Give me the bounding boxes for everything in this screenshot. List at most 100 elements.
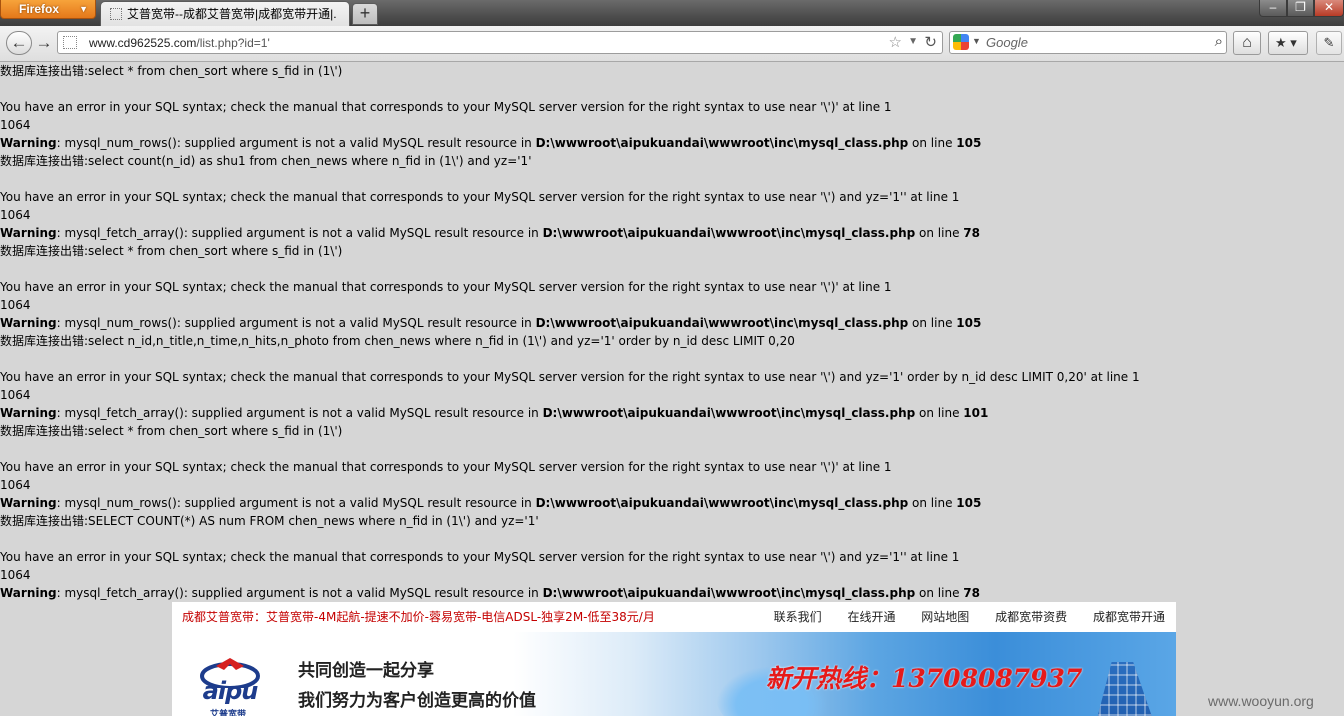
home-button[interactable]: ⌂ [1233,31,1261,55]
error-block: 数据库连接出错:select count(n_id) as shu1 from … [0,152,1340,242]
home-icon: ⌂ [1242,34,1252,51]
nav-link-contact[interactable]: 联系我们 [774,610,822,624]
warning-on-line: on line [915,226,964,240]
slogan-secondary: 我们努力为客户创造更高的价值 [298,691,536,711]
warning-file-path: D:\wwwroot\aipukuandai\wwwroot\inc\mysql… [535,496,909,510]
sql-syntax-error: You have an error in your SQL syntax; ch… [0,370,1140,384]
engine-dropdown-icon[interactable]: ▼ [972,36,981,46]
warning-on-line: on line [915,586,964,600]
warning-message: : mysql_num_rows(): supplied argument is… [56,496,536,510]
warning-file-path: D:\wwwroot\aipukuandai\wwwroot\inc\mysql… [535,316,909,330]
warning-line-number: 105 [956,316,982,330]
warning-file-path: D:\wwwroot\aipukuandai\wwwroot\inc\mysql… [535,136,909,150]
search-bar[interactable]: ▼ Google ⌕ [949,31,1227,54]
new-tab-button[interactable]: + [352,3,378,25]
db-error-query: select count(n_id) as shu1 from chen_new… [88,154,532,168]
php-warning: Warning: mysql_fetch_array(): supplied a… [0,224,1340,242]
sql-syntax-error: You have an error in your SQL syntax; ch… [0,280,892,294]
url-host: www.cd962525.com [89,36,197,50]
db-error-line: 数据库连接出错:select n_id,n_title,n_time,n_hit… [0,332,1340,350]
warning-file-path: D:\wwwroot\aipukuandai\wwwroot\inc\mysql… [542,586,916,600]
tab-title: 艾普宽带--成都艾普宽带|成都宽带开通|... [127,7,337,21]
warning-line-number: 101 [963,406,989,420]
nav-link-sitemap[interactable]: 网站地图 [921,610,969,624]
error-code: 1064 [0,568,31,582]
db-error-line: 数据库连接出错:select count(n_id) as shu1 from … [0,152,1340,170]
history-dropdown-icon[interactable]: ▼ [908,36,918,47]
watermark: www.wooyun.org [1208,693,1314,709]
warning-on-line: on line [908,496,957,510]
php-warning: Warning: mysql_num_rows(): supplied argu… [0,314,1340,332]
sql-syntax-error: You have an error in your SQL syntax; ch… [0,550,960,564]
warning-label: Warning [0,496,57,510]
url-text[interactable]: www.cd962525.com/list.php?id=1' [89,35,270,51]
db-error-prefix: 数据库连接出错: [0,64,89,78]
firefox-menu-button[interactable]: Firefox ▼ [0,0,96,19]
hotline-text: 新开热线：13708087937 [766,664,1083,693]
warning-message: : mysql_fetch_array(): supplied argument… [56,586,543,600]
restore-icon: ❐ [1295,0,1306,14]
error-block: 数据库连接出错:select * from chen_sort where s_… [0,242,1340,332]
close-icon: ✕ [1323,0,1335,14]
forward-button[interactable]: → [33,32,55,54]
warning-label: Warning [0,316,57,330]
google-engine-icon[interactable] [953,34,969,50]
search-icon[interactable]: ⌕ [1215,33,1223,50]
close-button[interactable]: ✕ [1314,0,1344,17]
warning-label: Warning [0,136,57,150]
promo-bar: 成都艾普宽带：艾普宽带-4M起航-提速不加价-蓉易宽带-电信ADSL-独享2M-… [172,602,1176,632]
error-block: 数据库连接出错:SELECT COUNT(*) AS num FROM chen… [0,512,1340,602]
url-path: /list.php?id=1' [196,36,270,50]
warning-file-path: D:\wwwroot\aipukuandai\wwwroot\inc\mysql… [542,226,916,240]
error-code: 1064 [0,388,31,402]
warning-on-line: on line [915,406,964,420]
bookmarks-button[interactable]: ★ ▾ [1268,31,1308,55]
db-error-query: select * from chen_sort where s_fid in (… [88,424,343,438]
nav-link-online-signup[interactable]: 在线开通 [847,610,895,624]
page-favicon-icon [110,8,122,20]
warning-message: : mysql_num_rows(): supplied argument is… [56,136,536,150]
bookmark-star-icon[interactable]: ☆ [889,33,902,51]
banner: aipu 艾普宽带 共同创造一起分享 我们努力为客户创造更高的价值 新开热线：1… [172,632,1176,716]
aipu-logo[interactable]: aipu 艾普宽带 [186,658,274,716]
warning-label: Warning [0,226,57,240]
address-bar[interactable]: www.cd962525.com/list.php?id=1' ☆ ▼ ↻ [57,31,943,54]
error-code: 1064 [0,298,31,312]
warning-on-line: on line [908,136,957,150]
minimize-button[interactable]: – [1259,0,1287,17]
error-code: 1064 [0,118,31,132]
php-warning: Warning: mysql_fetch_array(): supplied a… [0,584,1340,602]
nav-link-pricing[interactable]: 成都宽带资费 [995,610,1067,624]
site-identity-icon[interactable] [63,36,77,49]
db-error-line: 数据库连接出错:select * from chen_sort where s_… [0,62,1340,80]
warning-line-number: 105 [956,496,982,510]
php-warning: Warning: mysql_num_rows(): supplied argu… [0,134,1340,152]
reload-icon[interactable]: ↻ [924,33,937,51]
db-error-query: SELECT COUNT(*) AS num FROM chen_news wh… [88,514,539,528]
navigation-toolbar: ← → www.cd962525.com/list.php?id=1' ☆ ▼ … [0,26,1344,62]
php-warning: Warning: mysql_num_rows(): supplied argu… [0,494,1340,512]
warning-line-number: 78 [963,586,980,600]
nav-link-signup[interactable]: 成都宽带开通 [1093,610,1165,624]
forward-arrow-icon: → [35,33,53,52]
addon-icon: ✎ [1323,35,1335,50]
sql-syntax-error: You have an error in your SQL syntax; ch… [0,190,960,204]
warning-message: : mysql_num_rows(): supplied argument is… [56,316,536,330]
top-nav: 联系我们 在线开通 网站地图 成都宽带资费 成都宽带开通 [752,602,1165,632]
addon-button[interactable]: ✎ [1316,31,1342,55]
minimize-icon: – [1269,0,1277,14]
logo-chinese: 艾普宽带 [210,710,247,716]
title-bar: Firefox ▼ 艾普宽带--成都艾普宽带|成都宽带开通|... + – ❐ … [0,0,1344,26]
maximize-button[interactable]: ❐ [1287,0,1314,17]
error-block: 数据库连接出错:select n_id,n_title,n_time,n_hit… [0,332,1340,422]
db-error-prefix: 数据库连接出错: [0,154,89,168]
db-error-query: select n_id,n_title,n_time,n_hits,n_phot… [88,334,795,348]
sql-syntax-error: You have an error in your SQL syntax; ch… [0,100,892,114]
chevron-down-icon: ▼ [79,4,88,14]
slogan-primary: 共同创造一起分享 [298,661,434,681]
warning-message: : mysql_fetch_array(): supplied argument… [56,226,543,240]
db-error-prefix: 数据库连接出错: [0,334,89,348]
back-button[interactable]: ← [6,31,32,55]
search-placeholder: Google [986,35,1028,50]
tab-active[interactable]: 艾普宽带--成都艾普宽带|成都宽带开通|... [100,1,350,26]
